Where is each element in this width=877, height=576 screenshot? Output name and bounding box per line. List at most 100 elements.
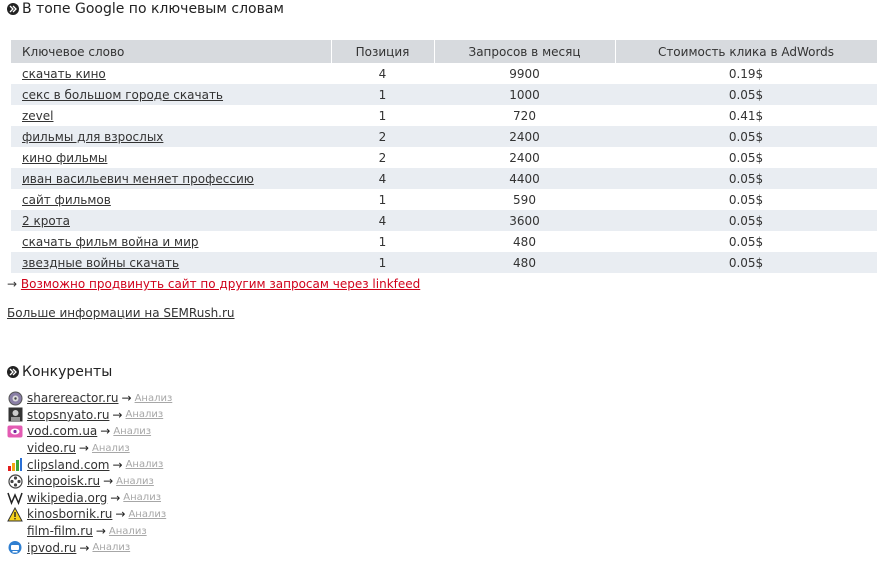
arrow-right-icon: → (112, 457, 123, 472)
list-item: wikipedia.org → Анализ (7, 490, 172, 507)
analysis-link[interactable]: Анализ (109, 526, 147, 537)
keyword-link[interactable]: zevel (22, 109, 54, 123)
queries-cell: 9900 (509, 66, 540, 81)
competitors-section-title-text: Конкуренты (22, 364, 113, 380)
table-row: фильмы для взрослых 2 2400 0.05$ (11, 126, 877, 147)
arrow-right-icon: → (95, 524, 106, 539)
queries-cell: 480 (513, 234, 536, 249)
arrow-right-icon: → (78, 441, 89, 456)
queries-cell: 2400 (509, 150, 540, 165)
table-row: скачать фильм война и мир 1 480 0.05$ (11, 231, 877, 252)
analysis-link[interactable]: Анализ (92, 443, 130, 454)
queries-cell: 3600 (434, 210, 615, 231)
keyword-link[interactable]: скачать кино (22, 67, 106, 81)
analysis-link[interactable]: Анализ (135, 393, 173, 404)
analysis-link[interactable]: Анализ (125, 409, 163, 420)
queries-cell: 4400 (434, 168, 615, 189)
cost-cell: 0.05$ (615, 252, 877, 273)
arrow-right-icon: → (110, 490, 121, 505)
competitor-link[interactable]: kinopoisk.ru (27, 474, 100, 488)
table-row: секс в большом городе скачать 1 1000 0.0… (11, 84, 877, 105)
competitor-link[interactable]: vod.com.ua (27, 424, 97, 438)
arrow-right-icon: → (100, 424, 111, 439)
keyword-link[interactable]: фильмы для взрослых (22, 130, 163, 144)
queries-cell: 480 (434, 252, 615, 273)
list-item: clipsland.com → Анализ (7, 456, 172, 473)
sharereactor-favicon-icon (7, 391, 23, 406)
position-cell: 1 (331, 84, 434, 105)
keyword-link[interactable]: иван васильевич меняет профессию (22, 172, 254, 186)
arrow-right-icon: → (79, 540, 90, 555)
linkfeed-promo-link[interactable]: Возможно продвинуть сайт по другим запро… (21, 277, 420, 291)
analysis-link[interactable]: Анализ (116, 476, 154, 487)
position-cell: 4 (331, 168, 434, 189)
table-row: zevel 1 720 0.41$ (11, 105, 877, 126)
blank-favicon-icon (7, 441, 23, 456)
chevron-right-icon (7, 366, 19, 378)
keywords-table: Ключевое слово Позиция Запросов в месяц … (11, 40, 877, 273)
position-cell: 1 (378, 234, 387, 249)
table-header-row: Ключевое слово Позиция Запросов в месяц … (11, 40, 877, 63)
position-cell: 1 (378, 108, 387, 123)
arrow-right-icon: → (115, 507, 126, 522)
position-cell: 4 (378, 66, 387, 81)
arrow-right-icon: → (7, 277, 18, 291)
stopsnyato-favicon-icon (7, 407, 23, 422)
position-cell: 2 (331, 126, 434, 147)
arrow-right-icon: → (121, 391, 132, 406)
promo-line: → Возможно продвинуть сайт по другим зап… (7, 277, 420, 291)
vod-favicon-icon (7, 424, 23, 439)
competitor-link[interactable]: kinosbornik.ru (27, 507, 112, 521)
column-header-cost: Стоимость клика в AdWords (615, 40, 877, 63)
semrush-more-link[interactable]: Больше информации на SEMRush.ru (7, 306, 235, 320)
position-cell: 1 (378, 192, 387, 207)
competitor-link[interactable]: film-film.ru (27, 524, 93, 538)
column-header-queries: Запросов в месяц (434, 40, 616, 63)
competitor-link[interactable]: sharereactor.ru (27, 391, 119, 405)
keyword-link[interactable]: секс в большом городе скачать (22, 88, 223, 102)
column-header-keyword: Ключевое слово (11, 40, 332, 63)
table-row: звездные войны скачать 1 480 0.05$ (11, 252, 877, 273)
cost-cell: 0.05$ (615, 84, 877, 105)
competitor-link[interactable]: ipvod.ru (27, 541, 76, 555)
position-cell: 1 (331, 252, 434, 273)
film-reel-favicon-icon (7, 474, 23, 489)
cost-cell: 0.05$ (728, 234, 764, 249)
table-row: кино фильмы 2 2400 0.05$ (11, 147, 877, 168)
cost-cell: 0.05$ (615, 126, 877, 147)
google-section-title-text: В топе Google по ключевым словам (22, 1, 284, 17)
cost-cell: 0.05$ (728, 150, 764, 165)
wikipedia-favicon-icon (7, 490, 23, 506)
warning-favicon-icon (7, 506, 23, 522)
analysis-link[interactable]: Анализ (113, 426, 151, 437)
list-item: vod.com.ua → Анализ (7, 423, 172, 440)
keyword-link[interactable]: скачать фильм война и мир (22, 235, 199, 249)
analysis-link[interactable]: Анализ (92, 542, 130, 553)
cost-cell: 0.19$ (728, 66, 764, 81)
list-item: sharereactor.ru → Анализ (7, 390, 172, 407)
column-header-position: Позиция (331, 40, 435, 63)
cost-cell: 0.05$ (615, 168, 877, 189)
keyword-link[interactable]: кино фильмы (22, 151, 107, 165)
keyword-link[interactable]: 2 крота (22, 214, 70, 228)
clipsland-favicon-icon (7, 457, 23, 472)
google-section-title: В топе Google по ключевым словам (7, 0, 284, 18)
list-item: video.ru → Анализ (7, 440, 172, 457)
queries-cell: 2400 (434, 126, 615, 147)
competitor-link[interactable]: wikipedia.org (27, 491, 107, 505)
keyword-link[interactable]: звездные войны скачать (22, 256, 179, 270)
competitors-list: sharereactor.ru → Анализ stopsnyato.ru →… (7, 390, 172, 556)
blank-favicon-icon (7, 524, 23, 539)
queries-cell: 1000 (434, 84, 615, 105)
analysis-link[interactable]: Анализ (126, 459, 164, 470)
competitor-link[interactable]: clipsland.com (27, 458, 110, 472)
list-item: stopsnyato.ru → Анализ (7, 407, 172, 424)
position-cell: 2 (378, 150, 387, 165)
competitor-link[interactable]: video.ru (27, 441, 76, 455)
list-item: film-film.ru → Анализ (7, 523, 172, 540)
list-item: kinopoisk.ru → Анализ (7, 473, 172, 490)
keyword-link[interactable]: сайт фильмов (22, 193, 111, 207)
competitor-link[interactable]: stopsnyato.ru (27, 408, 109, 422)
analysis-link[interactable]: Анализ (123, 492, 161, 503)
analysis-link[interactable]: Анализ (128, 509, 166, 520)
